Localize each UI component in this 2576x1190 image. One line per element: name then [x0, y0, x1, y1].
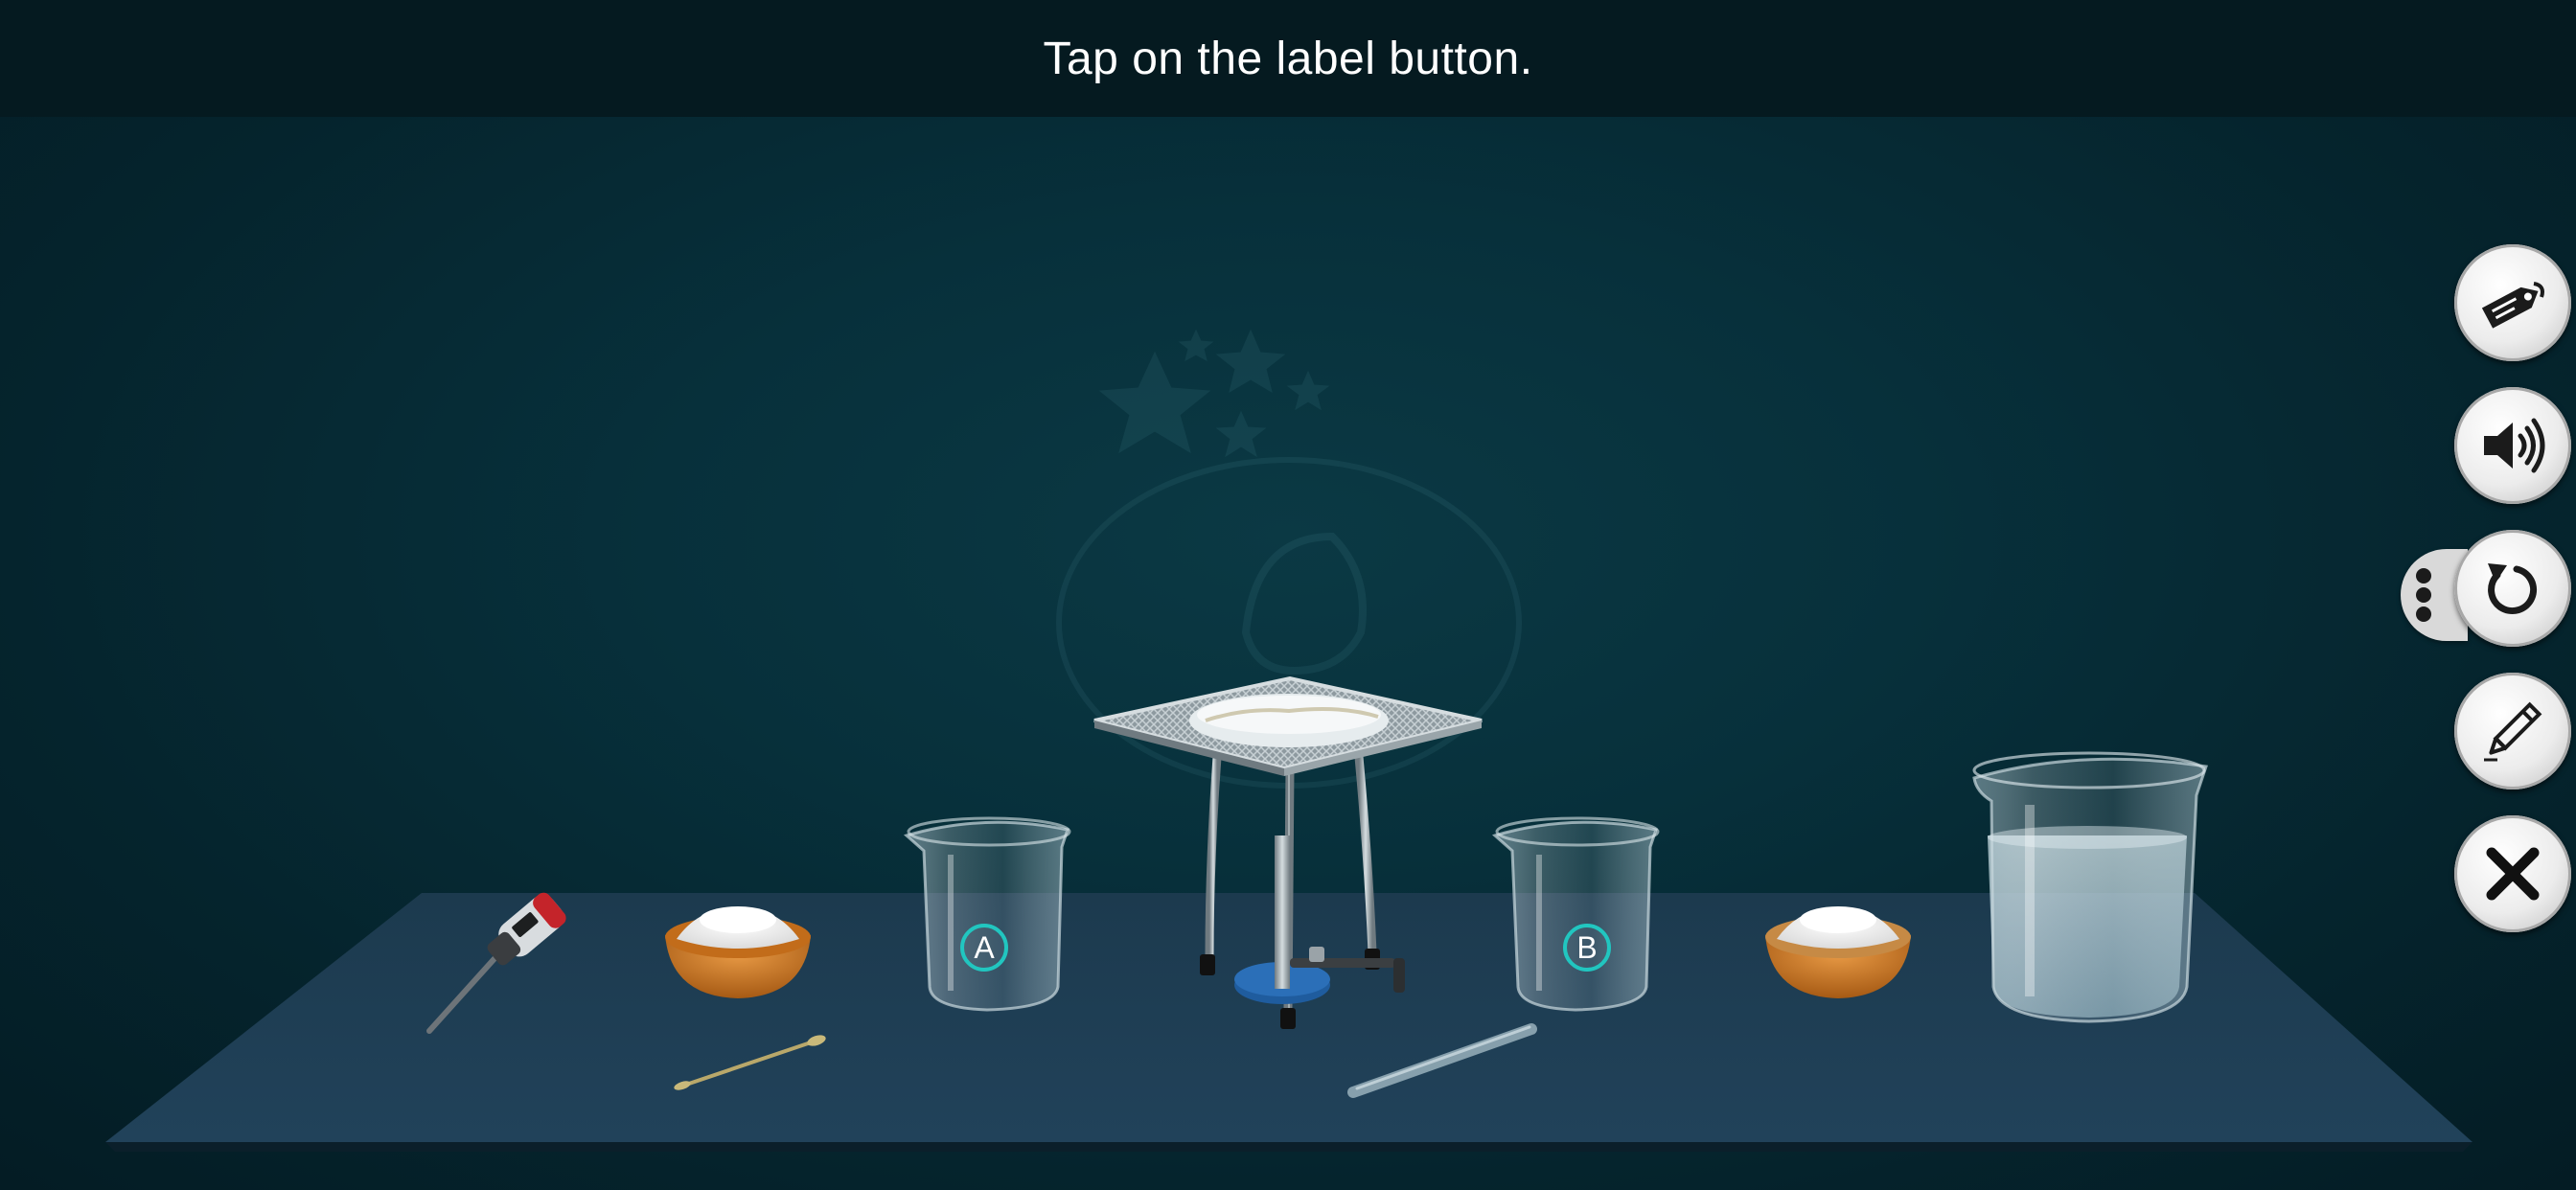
speaker-icon: [2484, 418, 2545, 473]
notes-button[interactable]: [2454, 673, 2571, 790]
label-button[interactable]: [2454, 244, 2571, 361]
lab-scene: [105, 329, 2472, 1152]
reset-button[interactable]: [2454, 530, 2571, 647]
sound-button[interactable]: [2454, 387, 2571, 504]
beaker-b-label[interactable]: B: [1563, 924, 1611, 972]
beaker-a[interactable]: [903, 816, 1071, 1012]
instruction-bar: Tap on the label button.: [0, 0, 2576, 117]
label-tag-icon: [2481, 282, 2544, 329]
close-button[interactable]: [2454, 815, 2571, 932]
lab-stage: A B Tap on the label button.: [0, 0, 2576, 1190]
beaker-b[interactable]: [1491, 816, 1660, 1012]
close-icon: [2486, 847, 2540, 901]
large-beaker-with-water[interactable]: [1972, 751, 2208, 1023]
beaker-a-label[interactable]: A: [960, 924, 1008, 972]
pencil-icon: [2484, 701, 2542, 762]
reset-arrow-icon: [2488, 563, 2538, 615]
instruction-text: Tap on the label button.: [1043, 33, 1533, 84]
vertical-dots-icon: [2416, 568, 2431, 622]
